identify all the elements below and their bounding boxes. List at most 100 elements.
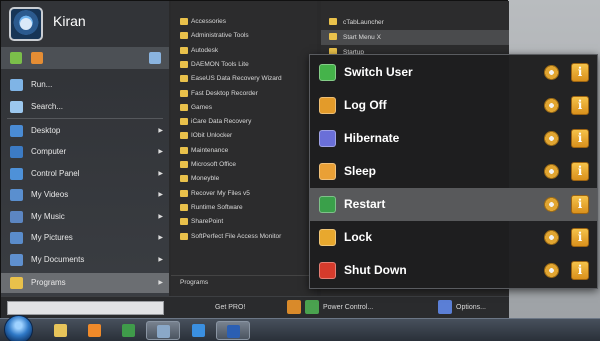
left-menu-item[interactable]: My Music ▶ (1, 207, 169, 227)
schedule-gear-icon[interactable] (544, 230, 559, 245)
taskbar-button[interactable] (216, 321, 250, 340)
taskbar-button[interactable] (182, 321, 216, 340)
program-folder-item[interactable]: EaseUS Data Recovery Wizard (171, 72, 317, 86)
info-icon[interactable]: i (571, 162, 589, 181)
program-label: SoftPerfect File Access Monitor (191, 232, 282, 240)
switch-user-icon (319, 64, 336, 81)
user-avatar[interactable] (9, 7, 43, 41)
taskbar-button[interactable] (112, 321, 146, 340)
info-icon[interactable]: i (571, 261, 589, 280)
schedule-gear-icon[interactable] (544, 197, 559, 212)
submenu-arrow-icon: ▶ (158, 214, 163, 220)
left-menu-item[interactable]: Desktop ▶ (1, 121, 169, 141)
programs-footer[interactable]: Programs (171, 275, 317, 289)
folder-icon (180, 132, 188, 140)
power-menu-item[interactable]: Restart i (310, 188, 597, 221)
hibernate-icon (319, 130, 336, 147)
left-menu-label: My Documents (31, 255, 85, 264)
folder-icon (180, 189, 188, 197)
schedule-gear-icon[interactable] (544, 263, 559, 278)
submenu-item[interactable]: Start Menu X (321, 30, 509, 45)
schedule-gear-icon[interactable] (544, 98, 559, 113)
folder-icon (180, 103, 188, 111)
internet-explorer-icon (192, 324, 205, 337)
search-input[interactable] (7, 301, 164, 315)
sleep-icon (319, 163, 336, 180)
left-menu-item[interactable]: Computer ▶ (1, 142, 169, 162)
left-menu-label: My Videos (31, 190, 69, 199)
program-label: Accessories (191, 18, 227, 25)
schedule-gear-icon[interactable] (544, 131, 559, 146)
program-folder-item[interactable]: Games (171, 101, 317, 115)
submenu-item[interactable]: cTabLauncher (321, 15, 509, 30)
options-button[interactable]: Options... (438, 300, 486, 316)
left-menu-item[interactable]: My Pictures ▶ (1, 228, 169, 248)
program-label: Microsoft Office (191, 161, 237, 168)
left-menu-item[interactable]: Control Panel ▶ (1, 164, 169, 184)
start-button[interactable] (4, 315, 33, 341)
power-item-label: Shut Down (344, 263, 407, 277)
program-folder-item[interactable]: SoftPerfect File Access Monitor (171, 230, 317, 244)
program-folder-item[interactable]: IObit Unlocker (171, 129, 317, 143)
taskbar-button[interactable] (78, 321, 112, 340)
power-menu-item[interactable]: Log Off i (310, 89, 597, 122)
left-menu-item[interactable]: My Documents ▶ (1, 250, 169, 270)
programs-list: Accessories Administrative Tools Autodesk D… (171, 1, 317, 296)
left-menu-label: Programs (31, 278, 66, 287)
program-folder-item[interactable]: Runtime Software (171, 201, 317, 215)
media-player-icon (88, 324, 101, 337)
left-menu-label: My Music (31, 212, 65, 221)
get-pro-button[interactable]: Get PRO! (215, 300, 245, 316)
power-menu-item[interactable]: Switch User i (310, 56, 597, 89)
program-label: Recover My Files v5 (191, 189, 250, 197)
quick-app-icon[interactable] (149, 52, 161, 64)
program-folder-item[interactable]: Maintenance (171, 144, 317, 158)
folder-icon (180, 18, 188, 25)
info-icon[interactable]: i (571, 195, 589, 214)
program-folder-item[interactable]: SharePoint (171, 215, 317, 229)
left-menu-item[interactable]: Programs ▶ (1, 273, 169, 293)
left-menu-label: Run... (31, 80, 53, 89)
submenu-label: cTabLauncher (343, 19, 384, 26)
left-menu-item[interactable]: My Videos ▶ (1, 185, 169, 205)
info-icon[interactable]: i (571, 63, 589, 82)
program-folder-item[interactable]: Moneyble (171, 172, 317, 186)
quick-app-icon[interactable] (31, 52, 43, 64)
program-folder-item[interactable]: Recover My Files v5 (171, 187, 317, 201)
folder-icon (180, 118, 188, 126)
submenu-arrow-icon: ▶ (158, 280, 163, 286)
power-menu-item[interactable]: Hibernate i (310, 122, 597, 155)
control-panel-icon (10, 168, 23, 180)
program-folder-item[interactable]: Accessories (171, 15, 317, 29)
program-folder-item[interactable]: Microsoft Office (171, 158, 317, 172)
info-icon[interactable]: i (571, 96, 589, 115)
info-icon[interactable]: i (571, 129, 589, 148)
info-icon[interactable]: i (571, 228, 589, 247)
folder-icon (180, 218, 188, 226)
left-menu-item[interactable]: Run... (1, 75, 169, 95)
program-folder-item[interactable]: DAEMON Tools Lite (171, 58, 317, 72)
schedule-gear-icon[interactable] (544, 65, 559, 80)
log-off-icon (319, 97, 336, 114)
folder-icon (180, 161, 188, 168)
program-label: Autodesk (191, 46, 219, 54)
quick-app-icon[interactable] (10, 52, 22, 64)
submenu-arrow-icon: ▶ (158, 171, 163, 177)
folder-icon (180, 60, 188, 68)
program-label: Fast Desktop Recorder (191, 89, 258, 97)
power-menu-item[interactable]: Lock i (310, 221, 597, 254)
program-folder-item[interactable]: Administrative Tools (171, 29, 317, 43)
left-menu-item[interactable]: Search... (1, 97, 169, 117)
program-folder-item[interactable]: Fast Desktop Recorder (171, 87, 317, 101)
power-menu-item[interactable]: Sleep i (310, 155, 597, 188)
power-control-button[interactable]: Power Control... (287, 300, 373, 316)
options-icon (438, 300, 452, 315)
power-menu-item[interactable]: Shut Down i (310, 254, 597, 287)
program-folder-item[interactable]: iCare Data Recovery (171, 115, 317, 129)
taskbar-button[interactable] (146, 321, 180, 340)
schedule-gear-icon[interactable] (544, 164, 559, 179)
program-folder-item[interactable]: Autodesk (171, 44, 317, 58)
taskbar (0, 315, 600, 341)
taskbar-button[interactable] (44, 321, 78, 340)
power-control-icon (287, 300, 301, 315)
